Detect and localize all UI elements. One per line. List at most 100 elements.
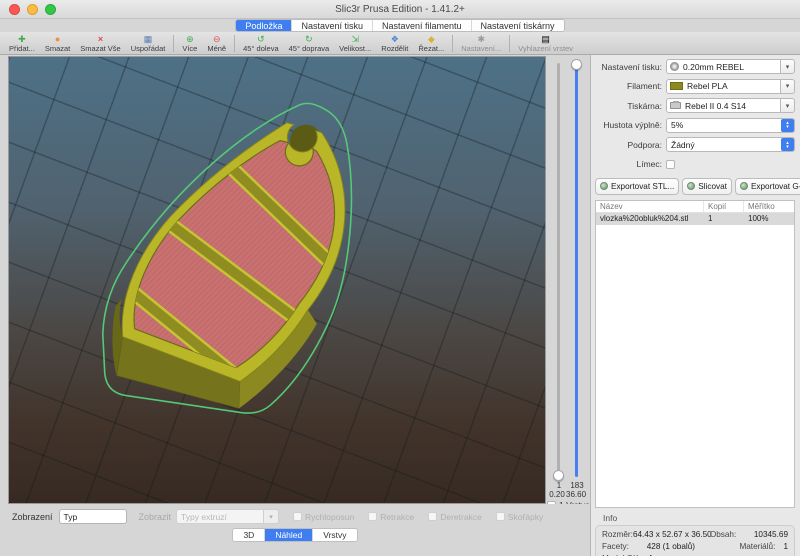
printer-combobox[interactable]: Rebel II 0.4 S14 [666, 98, 781, 113]
info-materials: Materiálů: 1 [695, 542, 788, 551]
brim-checkbox[interactable] [666, 160, 675, 169]
travel-checkbox[interactable] [293, 512, 302, 521]
arrange-button[interactable]: ▦ Uspořádat [126, 33, 171, 54]
fewer-copies-button[interactable]: ⊖ Méně [202, 33, 231, 54]
chevron-up-down-icon: ▴▾ [113, 511, 125, 523]
toolbar-separator [509, 35, 510, 52]
tab-nastaveni-tisku[interactable]: Nastavení tisku [292, 20, 373, 31]
travel-checkbox-row: Rychloposun [293, 512, 354, 522]
zobrazeni-label: Zobrazení [12, 512, 53, 522]
rotate-right-button[interactable]: ↻ 45° doprava [284, 33, 335, 54]
right-panel: Nastavení tisku: 0.20mm REBEL ▾ Filament… [590, 55, 800, 556]
printer-row: Tiskárna: Rebel II 0.4 S14 ▾ [595, 98, 795, 113]
info-facets: Facety: 428 (1 obalů) [602, 542, 695, 551]
unretractions-checkbox[interactable] [428, 512, 437, 521]
tab-nastaveni-tiskarny[interactable]: Nastavení tiskárny [472, 20, 564, 31]
retractions-checkbox-row: Retrakce [368, 512, 414, 522]
layers-icon: ▤ [541, 34, 550, 44]
settings-button[interactable]: ✱ Nastavení... [456, 33, 506, 54]
upper-layer-slider[interactable] [575, 63, 578, 477]
support-row: Podpora: Žádný ▴▾ [595, 137, 795, 152]
model-preview [9, 57, 545, 503]
shells-checkbox[interactable] [496, 512, 505, 521]
lower-layer-slider[interactable] [557, 63, 560, 477]
upper-slider-thumb[interactable] [571, 59, 582, 70]
infill-popup[interactable]: 5% ▴▾ [666, 118, 795, 133]
upper-layer-number: 183 [567, 481, 587, 490]
window-title: Slic3r Prusa Edition - 1.41.2+ [335, 4, 465, 15]
gear-icon: ✱ [477, 34, 485, 44]
view-mode-row: 3D Náhled Vrstvy [0, 528, 590, 542]
brim-label: Límec: [595, 159, 662, 169]
split-icon: ❖ [391, 34, 399, 44]
delete-all-button[interactable]: × Smazat Vše [75, 33, 125, 54]
app-window: Slic3r Prusa Edition - 1.41.2+ Podložka … [0, 0, 800, 556]
object-list[interactable]: Název Kopií Měřítko vlozka%20obluk%204.s… [595, 200, 795, 508]
view-3d-button[interactable]: 3D [233, 529, 265, 541]
chevron-up-down-icon: ▴▾ [781, 138, 794, 151]
lower-slider-thumb[interactable] [553, 470, 564, 481]
add-button[interactable]: ✚ Přidat... [4, 33, 40, 54]
close-button[interactable] [9, 4, 20, 15]
extrusion-types-placeholder: Typy extruzí [181, 512, 227, 522]
slice-icon [687, 182, 695, 190]
print-settings-combobox[interactable]: 0.20mm REBEL [666, 59, 781, 74]
info-section-title: Info [603, 513, 795, 523]
split-button[interactable]: ❖ Rozdělit [376, 33, 413, 54]
tab-bar: Podložka Nastavení tisku Nastavení filam… [0, 19, 800, 32]
minimize-button[interactable] [27, 4, 38, 15]
rotate-left-button[interactable]: ↺ 45° doleva [238, 33, 284, 54]
delete-button[interactable]: ● Smazat [40, 33, 75, 54]
minus-icon: ⊖ [213, 34, 221, 44]
filament-dropdown-button[interactable]: ▾ [781, 79, 795, 94]
printer-dropdown-button[interactable]: ▾ [781, 98, 795, 113]
lower-layer-height: 0.20 [547, 490, 567, 499]
retractions-checkbox[interactable] [368, 512, 377, 521]
delete-icon: ● [55, 34, 60, 44]
cut-icon: ◆ [428, 34, 435, 44]
upper-layer-height: 36.60 [566, 490, 586, 499]
info-box: Rozměr: 64.43 x 52.67 x 36.50 Obsah: 103… [595, 525, 795, 556]
extrusion-types-input[interactable]: Typy extruzí [176, 509, 264, 524]
infill-row: Hustota výplně: 5% ▴▾ [595, 118, 795, 133]
display-options-row: Zobrazení Typ ▴▾ Zobrazit Typy extruzí ▾… [0, 509, 590, 524]
scale-button[interactable]: ⇲ Velikost... [334, 33, 376, 54]
export-gcode-icon [740, 182, 748, 190]
slice-button[interactable]: Slicovat [682, 178, 732, 195]
filament-combobox[interactable]: Rebel PLA [666, 79, 781, 94]
view-mode-segmented-control: 3D Náhled Vrstvy [232, 528, 357, 542]
filament-label: Filament: [595, 81, 662, 91]
arrange-icon: ▦ [144, 34, 153, 44]
chevron-up-down-icon: ▴▾ [781, 119, 794, 132]
extrusion-types-dropdown-button[interactable]: ▾ [264, 509, 279, 524]
export-gcode-button[interactable]: Exportovat G-kód... [735, 178, 800, 195]
printer-icon [670, 102, 681, 109]
view-preview-button[interactable]: Náhled [265, 529, 313, 541]
filament-row: Filament: Rebel PLA ▾ [595, 79, 795, 94]
gear-icon [670, 62, 679, 71]
tab-nastaveni-filamentu[interactable]: Nastavení filamentu [373, 20, 472, 31]
3d-viewport[interactable] [8, 56, 546, 504]
support-label: Podpora: [595, 140, 662, 150]
rotate-left-icon: ↺ [257, 34, 265, 44]
toolbar: ✚ Přidat... ● Smazat × Smazat Vše ▦ Uspo… [0, 32, 800, 55]
support-popup[interactable]: Žádný ▴▾ [666, 137, 795, 152]
bottom-bar: Zobrazení Typ ▴▾ Zobrazit Typy extruzí ▾… [0, 504, 590, 556]
add-icon: ✚ [18, 34, 26, 44]
tab-podlozka[interactable]: Podložka [236, 20, 292, 31]
export-stl-button[interactable]: Exportovat STL... [595, 178, 679, 195]
object-list-header: Název Kopií Měřítko [596, 201, 794, 213]
delete-all-icon: × [98, 34, 103, 44]
more-copies-button[interactable]: ⊕ Více [177, 33, 202, 54]
print-settings-dropdown-button[interactable]: ▾ [781, 59, 795, 74]
scale-icon: ⇲ [351, 34, 359, 44]
display-type-select[interactable]: Typ ▴▾ [59, 509, 127, 524]
view-layers-button[interactable]: Vrstvy [313, 529, 356, 541]
layer-smoothing-button[interactable]: ▤ Vyhlazení vrstev [513, 33, 578, 54]
export-buttons-row: Exportovat STL... Slicovat Exportovat G-… [595, 178, 795, 195]
cut-button[interactable]: ◆ Řezat... [413, 33, 449, 54]
toolbar-separator [452, 35, 453, 52]
object-list-row[interactable]: vlozka%20obluk%204.stl 1 100% [596, 213, 794, 225]
info-volume: Obsah: 10345.69 [695, 530, 788, 539]
zoom-button[interactable] [45, 4, 56, 15]
